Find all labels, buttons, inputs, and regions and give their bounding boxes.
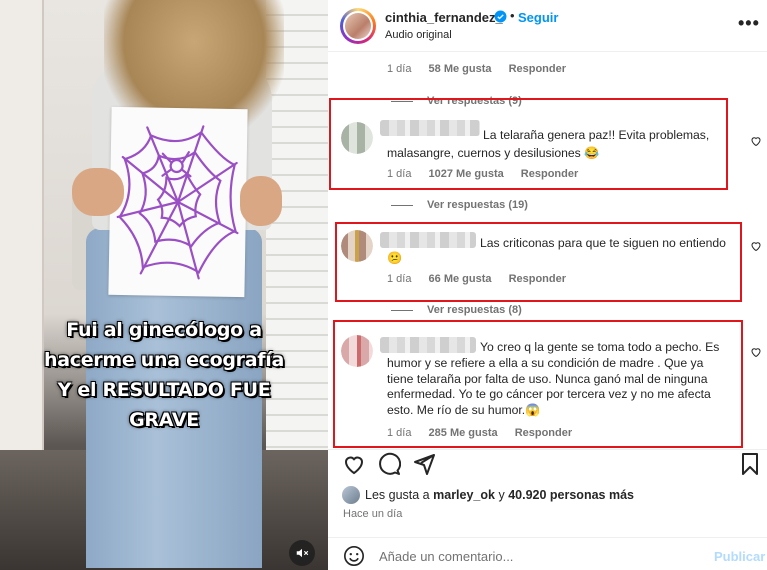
comment-text: La telaraña genera paz!! Evita problemas… <box>483 128 710 142</box>
share-icon[interactable] <box>412 452 436 476</box>
caption-line: Fui al ginecólogo a <box>66 319 262 341</box>
comment-input[interactable]: Añade un comentario... <box>379 549 513 564</box>
comment-meta: 1 día 285 Me gusta Responder <box>387 427 586 439</box>
likes-summary[interactable]: Les gusta a marley_ok y 40.920 personas … <box>342 486 634 504</box>
comment-meta: 1 día 58 Me gusta Responder <box>387 63 580 75</box>
follow-button[interactable]: Seguir <box>518 10 558 25</box>
reply-button[interactable]: Responder <box>521 168 578 180</box>
comment-likes[interactable]: 66 Me gusta <box>429 273 492 285</box>
reply-button[interactable]: Responder <box>515 427 572 439</box>
liker-username[interactable]: marley_ok <box>433 488 495 502</box>
comment-time: 1 día <box>387 168 412 180</box>
commenter-avatar[interactable] <box>341 230 373 262</box>
caption-line: hacerme una ecografía <box>44 349 284 371</box>
commenter-username-blurred[interactable] <box>380 232 476 248</box>
person-right-hand <box>240 176 282 226</box>
comment-text: Yo creo q la gente se toma todo a pecho.… <box>480 340 720 354</box>
comment-time: 1 día <box>387 427 412 439</box>
mute-button[interactable] <box>289 540 315 566</box>
liker-avatar <box>342 486 360 504</box>
post-panel: cinthia_fernandez_ • Seguir Audio origin… <box>328 0 767 570</box>
commenter-avatar[interactable] <box>341 122 373 154</box>
comment-likes[interactable]: 1027 Me gusta <box>429 168 504 180</box>
verified-icon <box>494 10 507 23</box>
more-options-icon[interactable]: ••• <box>738 13 760 34</box>
emoji-icon[interactable] <box>343 545 365 567</box>
comment-text: malasangre, cuernos y desilusiones 😂 <box>387 146 600 160</box>
comment-icon[interactable] <box>377 452 401 476</box>
view-replies-link[interactable]: Ver respuestas (8) <box>391 304 522 316</box>
comment-text: 😕 <box>387 251 403 265</box>
video-caption: Fui al ginecólogo a hacerme una ecografí… <box>0 315 328 435</box>
heart-icon[interactable] <box>342 452 366 476</box>
background-door <box>0 0 44 520</box>
post-header: cinthia_fernandez_ • Seguir Audio origin… <box>328 0 767 52</box>
comment-meta: 1 día 1027 Me gusta Responder <box>387 168 592 180</box>
comment-text: humor y se refiere a ella a su condición… <box>387 356 711 417</box>
separator-dot: • <box>510 8 515 23</box>
comment-likes[interactable]: 285 Me gusta <box>429 427 498 439</box>
comment-meta: 1 día 66 Me gusta Responder <box>387 273 580 285</box>
audio-link[interactable]: Audio original <box>385 29 452 41</box>
commenter-username-blurred[interactable] <box>380 337 476 353</box>
comment-time: 1 día <box>387 273 412 285</box>
bookmark-icon[interactable] <box>738 452 762 476</box>
comment-time: 1 día <box>387 63 412 75</box>
reel-video[interactable]: Fui al ginecólogo a hacerme una ecografí… <box>0 0 328 570</box>
heart-icon[interactable] <box>750 135 762 147</box>
reply-button[interactable]: Responder <box>509 273 566 285</box>
mute-icon <box>296 548 309 558</box>
publish-button[interactable]: Publicar <box>714 549 765 564</box>
comment-text: Las criticonas para que te siguen no ent… <box>480 236 726 250</box>
caption-line: GRAVE <box>129 409 199 431</box>
person-left-hand <box>72 168 124 216</box>
spiderweb-drawing <box>108 106 248 298</box>
reply-button[interactable]: Responder <box>509 63 566 75</box>
caption-line: Y el RESULTADO FUE <box>57 379 271 401</box>
author-username[interactable]: cinthia_fernandez_ <box>385 10 503 25</box>
avatar[interactable] <box>340 8 376 44</box>
commenter-username-blurred[interactable] <box>380 120 480 136</box>
spiderweb-icon <box>116 125 239 280</box>
heart-icon[interactable] <box>750 240 762 252</box>
heart-icon[interactable] <box>750 346 762 358</box>
post-timestamp: Hace un día <box>343 508 403 520</box>
likes-count[interactable]: 40.920 personas más <box>508 488 634 502</box>
view-replies-link[interactable]: Ver respuestas (19) <box>391 199 528 211</box>
commenter-avatar[interactable] <box>341 335 373 367</box>
comment-likes[interactable]: 58 Me gusta <box>429 63 492 75</box>
